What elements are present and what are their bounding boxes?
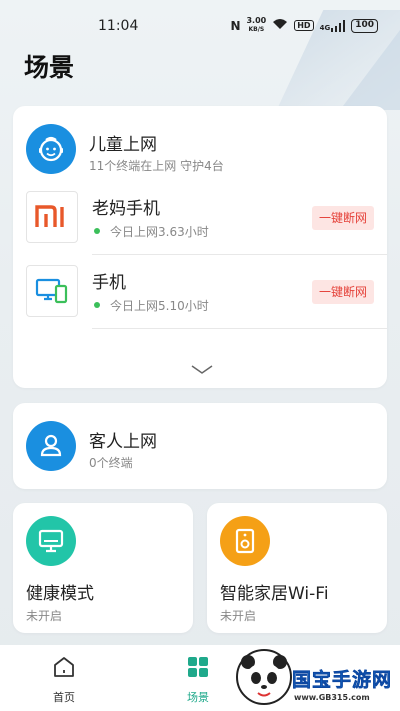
watermark-url: www.GB315.com: [294, 693, 370, 702]
status-icons: N 3.00 KB/S HD 4G 100: [230, 17, 378, 34]
status-time: 11:04: [98, 18, 139, 34]
panda-logo-icon: [236, 649, 292, 705]
nav-scene-label: 场景: [187, 691, 209, 704]
nav-scene[interactable]: 场景: [168, 655, 228, 705]
cellular-signal-icon: 4G: [319, 19, 346, 32]
device-usage: 今日上网3.63小时: [110, 225, 209, 239]
guest-card-subtitle: 0个终端: [89, 456, 133, 470]
device-usage: 今日上网5.10小时: [110, 299, 209, 313]
nav-home[interactable]: 首页: [34, 655, 94, 705]
online-status-dot: [94, 228, 100, 234]
hd-icon: HD: [294, 20, 314, 31]
mode-status: 未开启: [26, 609, 63, 623]
mode-title: 健康模式: [26, 584, 94, 604]
home-icon: [52, 655, 76, 683]
battery-icon: 100: [351, 18, 378, 33]
mode-title: 智能家居Wi-Fi: [220, 584, 329, 604]
kids-card-title: 儿童上网: [89, 135, 157, 155]
watermark-title: 国宝手游网: [292, 669, 393, 692]
speaker-icon: [220, 516, 270, 566]
monitor-icon: [26, 516, 76, 566]
net-speed-unit: KB/S: [248, 26, 265, 33]
device-row[interactable]: 老妈手机 今日上网3.63小时 一键断网: [13, 180, 387, 254]
kids-card-subtitle: 11个终端在上网 守护4台: [89, 159, 224, 173]
grid-icon: [186, 655, 210, 683]
child-face-icon: [26, 124, 76, 174]
disconnect-button[interactable]: 一键断网: [311, 280, 374, 304]
status-bar: 11:04 N 3.00 KB/S HD 4G 100: [0, 0, 400, 52]
nav-home-label: 首页: [53, 691, 75, 704]
watermark: 国宝手游网 www.GB315.com: [232, 645, 400, 711]
net-speed-value: 3.00: [246, 16, 267, 25]
wifi-icon: [272, 18, 288, 33]
device-name: 老妈手机: [92, 199, 160, 219]
online-status-dot: [94, 302, 100, 308]
kids-internet-card[interactable]: 儿童上网 11个终端在上网 守护4台 老妈手机 今日上网3.63小时 一键断网 …: [13, 106, 387, 388]
expand-chevron-icon[interactable]: [190, 362, 214, 376]
devices-icon: [26, 265, 78, 317]
divider: [92, 328, 387, 329]
page-title: 场景: [24, 53, 75, 82]
health-mode-card[interactable]: 健康模式 未开启: [13, 503, 193, 633]
net-speed: 3.00 KB/S: [246, 17, 266, 34]
signal-label: 4G: [319, 23, 331, 32]
mi-logo-icon: [26, 191, 78, 243]
mode-status: 未开启: [220, 609, 257, 623]
smart-home-wifi-card[interactable]: 智能家居Wi-Fi 未开启: [207, 503, 387, 633]
guest-card-title: 客人上网: [89, 432, 157, 452]
device-name: 手机: [92, 273, 126, 293]
device-row[interactable]: 手机 今日上网5.10小时 一键断网: [13, 254, 387, 328]
nfc-icon: N: [230, 18, 241, 33]
guest-user-icon: [26, 421, 76, 471]
guest-internet-card[interactable]: 客人上网 0个终端: [13, 403, 387, 489]
disconnect-button[interactable]: 一键断网: [311, 206, 374, 230]
